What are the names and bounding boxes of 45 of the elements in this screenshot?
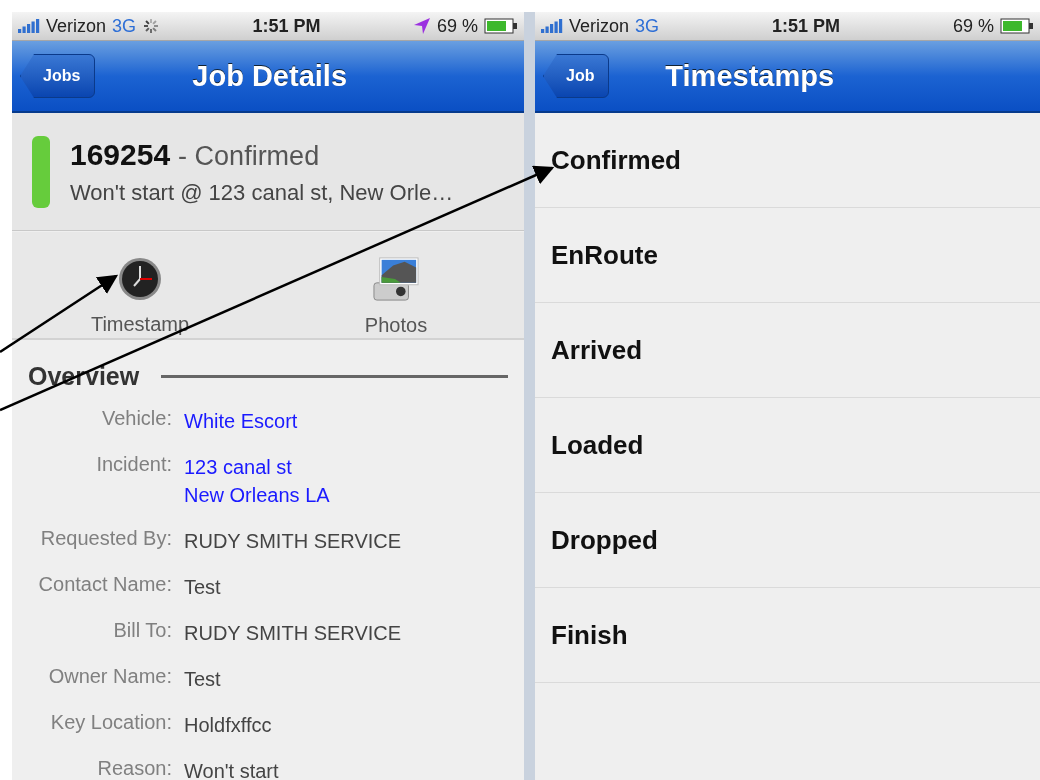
back-button[interactable]: Jobs — [20, 54, 96, 98]
screen-title: Timestamps — [664, 59, 836, 93]
battery-percent: 69 % — [952, 15, 994, 37]
field-label: Vehicle: — [100, 407, 172, 431]
photo-camera-icon — [371, 256, 421, 302]
timestamp-item[interactable]: Confirmed — [535, 113, 1040, 208]
back-button[interactable]: Job — [543, 54, 610, 98]
field-label: Key Location: — [49, 711, 172, 735]
job-summary: Won't start @ 123 canal st, New Orle… — [70, 179, 454, 206]
field-label: Bill To: — [112, 619, 172, 643]
field-value: Test — [184, 575, 222, 600]
field-label: Requested By: — [39, 527, 172, 551]
field-value: RUDY SMITH SERVICE — [184, 529, 403, 554]
field-label: Owner Name: — [47, 665, 172, 689]
battery-icon — [484, 18, 518, 34]
clock-time: 1:51 PM — [772, 15, 841, 37]
action-button[interactable]: Photos — [268, 232, 524, 338]
job-status: - Confirmed — [178, 140, 320, 172]
timestamp-item[interactable]: Finish — [535, 588, 1040, 683]
timestamp-item[interactable]: EnRoute — [535, 208, 1040, 303]
field-label: Reason: — [96, 757, 172, 780]
carrier-name: Verizon — [569, 15, 630, 37]
battery-percent: 69 % — [436, 15, 478, 37]
screen-title: Job Details — [191, 59, 349, 93]
field-value: Won't start — [184, 759, 280, 780]
action-button[interactable]: Timestamp — [12, 232, 268, 338]
field-link[interactable]: White Escort — [184, 407, 524, 435]
timestamp-item[interactable]: Arrived — [535, 303, 1040, 398]
network-type: 3G — [635, 15, 660, 37]
battery-icon — [1000, 18, 1034, 34]
timestamp-item[interactable]: Dropped — [535, 493, 1040, 588]
field-value: Test — [184, 667, 222, 692]
clock-time: 1:51 PM — [252, 15, 321, 37]
signal-icon — [541, 19, 563, 33]
field-value: Holdfxffcc — [184, 713, 273, 738]
signal-icon — [18, 19, 40, 33]
field-label: Incident: — [95, 453, 172, 477]
clock-icon — [118, 257, 162, 301]
job-number: 169254 — [70, 137, 171, 172]
carrier-name: Verizon — [46, 15, 107, 37]
field-link[interactable]: 123 canal st New Orleans LA — [184, 453, 524, 509]
field-label: Contact Name: — [37, 573, 172, 597]
field-value: RUDY SMITH SERVICE — [184, 621, 403, 646]
timestamp-item[interactable]: Loaded — [535, 398, 1040, 493]
network-type: 3G — [112, 15, 137, 37]
